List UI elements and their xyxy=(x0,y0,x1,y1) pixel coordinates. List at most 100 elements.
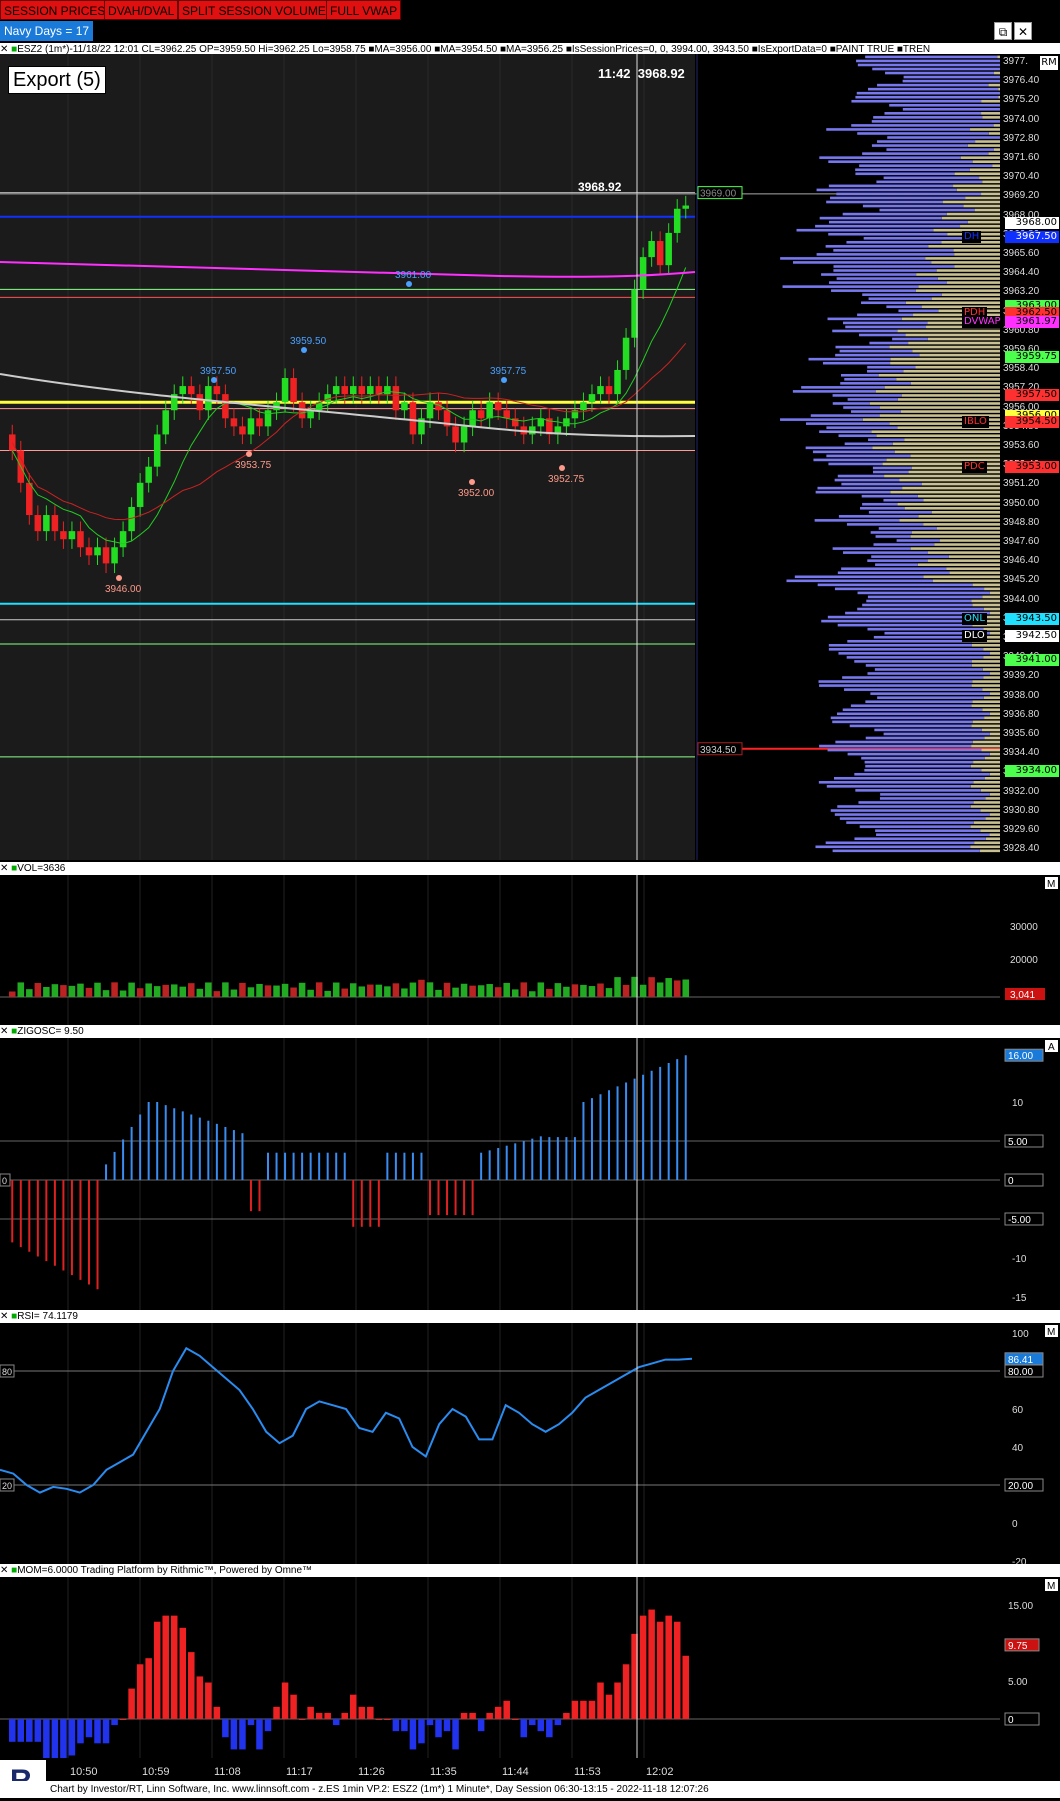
profile-bar-tan xyxy=(884,386,1000,389)
profile-bar-tan xyxy=(931,261,1000,264)
zigosc-chart[interactable]: 10 -10 -15 16.00 5.00 0 -5.00 0 A xyxy=(0,1038,1060,1310)
export-label[interactable]: Export (5) xyxy=(8,66,106,94)
profile-bar-tan xyxy=(925,257,1000,260)
price-axis-tick: 3969.20 xyxy=(1003,190,1040,202)
volume-bar xyxy=(170,984,178,997)
candle-body xyxy=(588,394,596,403)
profile-bar-blue xyxy=(855,789,981,792)
candle-body xyxy=(119,531,127,548)
zig-axis-tick: 10 xyxy=(1012,1098,1024,1109)
mom-bar xyxy=(554,1719,562,1726)
close-window-button[interactable]: ✕ xyxy=(1014,22,1032,40)
profile-bar-tan xyxy=(982,708,1000,712)
rsi-chart[interactable]: 100 60 40 0 -20 86.4180.00 20.00 80 20 M xyxy=(0,1323,1060,1564)
mom-bar xyxy=(418,1719,425,1744)
mom-bar xyxy=(460,1712,468,1719)
profile-bar-blue xyxy=(821,619,972,623)
profile-bar-blue xyxy=(832,329,898,333)
profile-bar-blue xyxy=(842,676,984,679)
profile-bar-tan xyxy=(975,140,1000,143)
profile-bar-tan xyxy=(970,764,1000,768)
profile-bar-blue xyxy=(826,200,944,204)
toolbar-button-3[interactable]: FULL VWAP xyxy=(326,0,402,20)
price-axis-tag: 3941.00 xyxy=(1005,654,1059,666)
profile-bar-tan xyxy=(894,450,1000,454)
profile-bar-tan xyxy=(911,531,1000,534)
restore-window-button[interactable]: ⧉ xyxy=(994,22,1012,40)
volume-bar xyxy=(486,984,493,997)
mom-bar xyxy=(520,1719,528,1738)
profile-bar-tan xyxy=(890,357,1000,361)
close-pane-icon[interactable]: ✕ xyxy=(0,1026,11,1037)
profile-bar-blue xyxy=(829,281,948,284)
rsi-axis-tick: 100 xyxy=(1012,1329,1029,1340)
profile-bar-tan xyxy=(988,132,1000,135)
profile-bar-tan xyxy=(982,595,1000,599)
price-axis-tick: 3938.00 xyxy=(1003,689,1040,701)
profile-bar-blue xyxy=(847,639,972,643)
candle-body xyxy=(68,531,76,540)
profile-bar-blue xyxy=(850,704,972,708)
profile-bar-blue xyxy=(835,353,920,357)
candle-body xyxy=(392,386,400,411)
momentum-chart[interactable]: 15.00 5.00 9.75 0 M xyxy=(0,1577,1060,1758)
toolbar-button-2[interactable]: SPLIT SESSION VOLUME xyxy=(178,0,330,20)
price-axis-tick: 3935.60 xyxy=(1003,728,1040,739)
price-axis-tick: 3936.80 xyxy=(1003,708,1040,720)
volume-bar xyxy=(188,983,195,997)
volume-bar xyxy=(273,985,280,997)
profile-bar-blue xyxy=(865,700,973,704)
profile-bar-tan xyxy=(989,732,1000,736)
profile-bar-tan xyxy=(923,498,1000,502)
box-tag-bottom-label: 3934.50 xyxy=(700,745,737,756)
profile-bar-tan xyxy=(970,785,1000,788)
profile-bar-tan xyxy=(992,164,1000,168)
profile-bar-tan xyxy=(974,208,1000,212)
profile-bar-blue xyxy=(857,132,989,135)
profile-bar-tan xyxy=(972,700,1000,704)
mom-bar xyxy=(614,1682,621,1719)
price-axis-tick: 3947.60 xyxy=(1003,536,1040,547)
volume-bar xyxy=(511,989,519,997)
close-pane-icon[interactable]: ✕ xyxy=(0,1565,11,1576)
profile-bar-tan xyxy=(982,688,1000,691)
mom-bar xyxy=(580,1700,587,1719)
candle-body xyxy=(179,386,187,395)
profile-bar-tan xyxy=(972,680,1000,683)
toolbar-button-1[interactable]: DVAH/DVAL xyxy=(104,0,179,20)
profile-bar-blue xyxy=(889,103,1000,107)
mom-bar xyxy=(563,1712,570,1719)
close-pane-icon[interactable]: ✕ xyxy=(0,863,11,874)
rm-badge[interactable]: RM xyxy=(1040,56,1058,70)
profile-bar-tan xyxy=(927,337,1000,341)
mom-bar xyxy=(247,1719,255,1726)
profile-bar-blue xyxy=(794,575,924,579)
mom-bar xyxy=(332,1719,340,1726)
volume-chart[interactable]: 3000020000100003,041M xyxy=(0,875,1060,1025)
toolbar-button-0[interactable]: SESSION PRICES xyxy=(0,0,110,20)
profile-bar-tan xyxy=(892,442,1000,446)
price-axis-tick: 3944.00 xyxy=(1003,593,1040,605)
volume-bar xyxy=(332,982,340,997)
profile-bar-tan xyxy=(921,305,1000,309)
volume-bar xyxy=(605,988,613,997)
volume-bar xyxy=(230,989,238,997)
time-axis-label: 11:08 xyxy=(214,1766,241,1778)
profile-bar-blue xyxy=(874,668,983,671)
profile-bar-blue xyxy=(837,571,950,575)
time-axis-label: 10:59 xyxy=(142,1766,170,1778)
pane-marker: M xyxy=(1047,879,1055,890)
swing-point-marker xyxy=(116,575,122,581)
swing-point-marker xyxy=(501,377,507,383)
profile-bar-tan xyxy=(931,297,1000,301)
profile-bar-tan xyxy=(910,454,1000,458)
profile-bar-tan xyxy=(984,716,1000,720)
volume-bar xyxy=(580,984,587,997)
close-pane-icon[interactable]: ✕ xyxy=(0,1311,11,1322)
profile-bar-blue xyxy=(844,442,893,446)
profile-bar-blue xyxy=(861,494,918,498)
mom-bar xyxy=(145,1658,152,1719)
mom-bar xyxy=(153,1621,161,1719)
rsi-tag-label: 20.00 xyxy=(1008,1481,1033,1492)
zig-left-tag-label: 0 xyxy=(2,1176,7,1186)
